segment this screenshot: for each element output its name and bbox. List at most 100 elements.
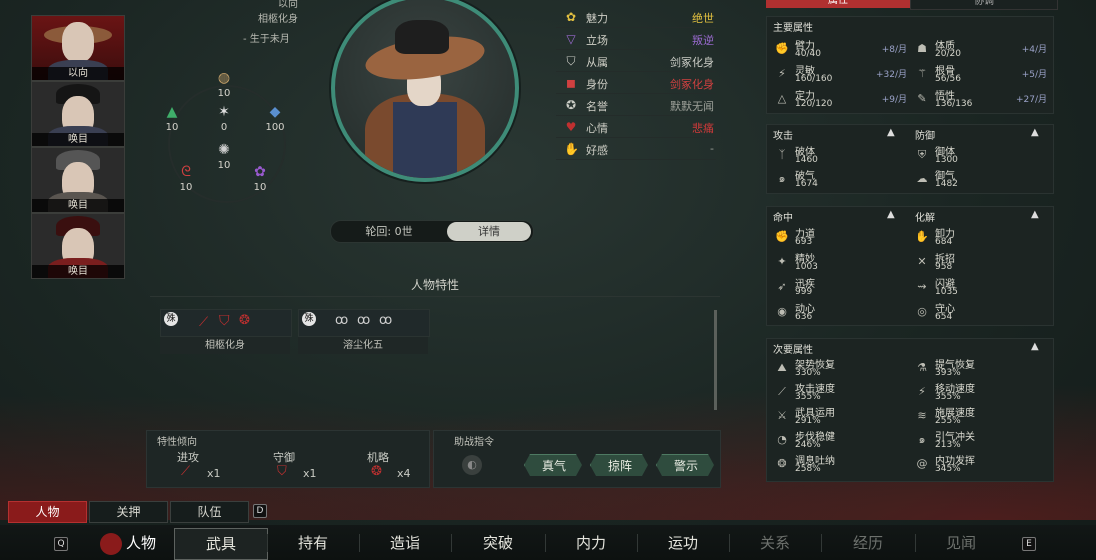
collapse-icon[interactable]: ▲ [887, 209, 895, 220]
medal-icon: ✪ [565, 98, 577, 112]
info-row-identity: ◼ 身份 剑冢化身 [556, 73, 716, 94]
stat-constitution: ☗ 体质 20/20 +4/月 [913, 37, 1053, 61]
wheel-node-right[interactable]: ◆ 100 [255, 104, 295, 133]
wheel-node-bottom-left[interactable]: ᘓ 10 [166, 164, 206, 193]
trait-slot-2[interactable]: 殊 ꝏ ꝏ ꝏ [298, 309, 430, 337]
fist-icon: ✊ [775, 42, 789, 55]
mind-icon: ◎ [917, 305, 927, 318]
wheel-node-center-top[interactable]: ✶ 0 [204, 104, 244, 133]
cloud-icon: ☁ [916, 172, 928, 185]
stat-precision: ✦ 精妙 1003 [773, 250, 913, 274]
portrait-name: 以向 [32, 67, 124, 80]
key-d-hint: D [253, 504, 267, 518]
heart-icon: ♥ [565, 120, 577, 134]
wheel-node-left[interactable]: ▲ 10 [152, 104, 192, 133]
orbs-icon: ❂ [239, 313, 250, 328]
stat-guard-body: ⛨ 御体 1300 [913, 143, 1053, 167]
tendency-strategy-count: x4 [397, 467, 411, 480]
stat-qi-breakthrough: ๑引气冲关 213% [913, 428, 1053, 452]
stat-attack-speed: ⟋ 攻击速度 355% [773, 380, 913, 404]
assist-flank-button[interactable]: 掠阵 [590, 454, 648, 476]
meditate-icon: △ [777, 92, 787, 105]
attack-title: 攻击 [773, 131, 793, 142]
hat-crown-shape [395, 20, 449, 54]
collapse-icon[interactable]: ▲ [1031, 209, 1039, 220]
subtab-prison[interactable]: 关押 [89, 501, 168, 523]
tab-coordination[interactable]: 协调 [910, 0, 1058, 10]
stat-cast-speed: ≋ 施展速度 255% [913, 404, 1053, 428]
trait-name-2: 溶尘化五 [298, 337, 428, 354]
nav-qi-circulation[interactable]: 运功 [638, 528, 728, 558]
tendency-defense-label: 守御 [273, 451, 295, 464]
face-shape [62, 22, 94, 62]
orbs-icon: ❂ [371, 464, 382, 479]
bone-icon: ⚚ [917, 67, 927, 80]
collapse-icon[interactable]: ▲ [887, 127, 895, 138]
stat-break-qi: ๑破气 1674 [773, 167, 913, 191]
wheel-node-bottom-right[interactable]: ✿ 10 [240, 164, 280, 193]
main-attributes-box: 主要属性 ✊ 臂力 40/40 +8/月 ☗ 体质 20/20 +4/月 ⚡ 灵敏 160/16… [766, 16, 1054, 114]
character-portrait [331, 0, 519, 182]
traits-scrollbar[interactable] [714, 310, 717, 410]
stat-swiftness: ➶ 迅疾 999 [773, 275, 913, 299]
wing-icon: ➶ [777, 280, 787, 293]
wind-icon: ≋ [917, 409, 927, 422]
detail-toggle[interactable]: 轮回: 0世 详情 [330, 220, 534, 243]
stat-inner-power: @ 内功发挥 345% [916, 456, 976, 474]
tab-attributes[interactable]: 属性 [766, 0, 910, 8]
subtab-team[interactable]: 队伍 [170, 501, 249, 523]
portrait-4[interactable]: 唤目 [31, 213, 125, 279]
portrait-2[interactable]: 唤目 [31, 81, 125, 147]
hit-dodge-box: 命中 ▲ 化解 ▲ ✊ 力道 693 ✋ 卸力 684 ✦ 精妙 1003 ✕ 拆招 958 ➶… [766, 206, 1054, 326]
wheel-node-center-bottom[interactable]: ✺ 10 [204, 142, 244, 171]
stat-stance-recovery: ⛰ 架势恢复 330% [773, 356, 913, 380]
nav-inventory[interactable]: 持有 [268, 528, 358, 558]
stat-strength: ✊ 臂力 40/40 +8/月 [775, 41, 907, 59]
collapse-icon[interactable]: ▲ [1031, 341, 1039, 352]
nav-mastery[interactable]: 造诣 [360, 528, 450, 558]
stat-weapon-usage: ⚔ 武具运用 291% [773, 404, 913, 428]
info-row-stance: ▽ 立场 叛逆 [556, 29, 716, 50]
nav-character[interactable]: 人物 [84, 528, 172, 558]
stat-guard-qi: ☁ 御气 1482 [916, 171, 958, 189]
swirl-icon: ꝏ [357, 313, 371, 328]
stat-parry: ✕ 拆招 958 [913, 250, 1053, 274]
subtab-character[interactable]: 人物 [8, 501, 87, 523]
character-title: 相柩化身 [258, 14, 298, 25]
dodge-title: 化解 [915, 213, 935, 224]
assist-portrait-icon[interactable]: ◐ [462, 455, 482, 475]
nav-history[interactable]: 经历 [822, 528, 914, 558]
nav-relations[interactable]: 关系 [730, 528, 820, 558]
tendency-attack-count: x1 [207, 467, 221, 480]
info-row-affiliation: ⛉ 从属 剑冢化身 [556, 51, 716, 72]
reincarnation-label[interactable]: 轮回: 0世 [331, 221, 447, 242]
footprint-icon: ◔ [777, 433, 787, 446]
tendency-strategy-label: 机略 [367, 451, 389, 464]
stat-break-body: ᛉ 破体 1460 [773, 143, 913, 167]
trait-badge: 殊 [164, 312, 178, 326]
stat-steady-steps: ◔ 步伐稳健 246% [773, 428, 913, 452]
tendency-title: 特性倾向 [157, 437, 197, 448]
trait-slot-1[interactable]: 殊 ⟋ ⛉ ❂ [160, 309, 292, 337]
assist-warn-button[interactable]: 警示 [656, 454, 714, 476]
stat-heart-guard: ◎ 守心 654 [913, 300, 1053, 324]
nav-inner-power[interactable]: 内力 [546, 528, 636, 558]
nav-knowledge[interactable]: 见闻 [916, 528, 1006, 558]
star-icon: ✦ [777, 255, 787, 268]
trait-name-1: 相柩化身 [160, 337, 290, 354]
portrait-3[interactable]: 唤目 [31, 147, 125, 213]
nav-breakthrough[interactable]: 突破 [452, 528, 544, 558]
boot-icon: ⚡ [918, 385, 926, 398]
details-button[interactable]: 详情 [447, 222, 531, 241]
claw-icon: ᛉ [778, 148, 786, 161]
stat-focus: △ 定力 120/120 +9/月 [773, 87, 913, 111]
portrait-1[interactable]: 以向 [31, 15, 125, 81]
portrait-name: 唤目 [32, 265, 124, 278]
nav-weapons[interactable]: 武具 [174, 528, 268, 560]
secondary-attributes-box: 次要属性 ▲ ⛰ 架势恢复 330% ⚗ 提气恢复 393% ⟋ 攻击速度 355% ⚡ 移动… [766, 338, 1054, 482]
assist-qi-button[interactable]: 真气 [524, 454, 582, 476]
collapse-icon[interactable]: ▲ [1031, 127, 1039, 138]
wheel-node-top[interactable]: ◍ 10 [204, 70, 244, 99]
traits-title: 人物特性 [410, 278, 459, 292]
crystal-icon: ◆ [269, 104, 281, 120]
